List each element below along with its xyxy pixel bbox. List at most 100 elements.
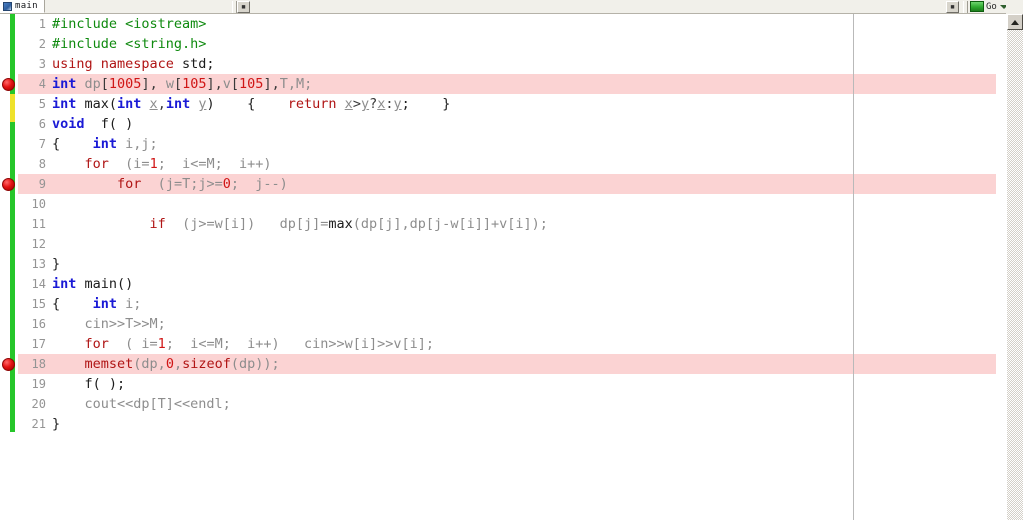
code-token: i,j; <box>125 136 158 152</box>
code-token: #include <string.h> <box>52 36 207 52</box>
code-token: max( <box>84 96 118 112</box>
code-token: void <box>52 116 93 132</box>
code-token: cout<<dp[T]<<endl; <box>52 396 231 412</box>
code-token: : <box>385 96 394 112</box>
line-text: } <box>52 414 60 434</box>
code-token: { <box>52 296 93 312</box>
code-line[interactable]: 3 using namespace std; <box>0 54 996 74</box>
code-token: ; j--) <box>230 176 288 192</box>
code-line[interactable]: 17 for ( i=1; i<=M; i++) cin>>w[i]>>v[i]… <box>0 334 996 354</box>
code-line[interactable]: 21} <box>0 414 996 434</box>
code-token: j=T;j>= <box>165 176 223 192</box>
code-editor-area[interactable]: 1 #include <iostream> 2 #include <string.h>… <box>0 14 1023 520</box>
code-token: cin>>T>>M; <box>52 316 166 332</box>
code-line[interactable]: 2 #include <string.h> <box>0 34 996 54</box>
code-line[interactable]: 16 cin>>T>>M; <box>0 314 996 334</box>
source-file-icon <box>3 1 12 11</box>
breakpoint-marker[interactable] <box>2 178 15 191</box>
code-line[interactable]: 19 f( ); <box>0 374 996 394</box>
code-line[interactable]: 6 void f( ) <box>0 114 996 134</box>
code-token: (j>=w[i]) <box>173 216 280 232</box>
code-token: dp <box>84 76 101 92</box>
line-text: f( ); <box>52 374 126 394</box>
code-line[interactable]: 20 cout<<dp[T]<<endl; <box>0 394 996 414</box>
code-line[interactable]: 5 int max(int x,int y) { return x>y?x:y; … <box>0 94 996 114</box>
code-line[interactable]: 9 for (j=T;j>=0; j--) <box>0 174 996 194</box>
code-token: int <box>92 296 126 312</box>
code-token: ) { <box>206 96 288 112</box>
line-number: 1 <box>38 17 46 31</box>
code-line[interactable]: 13} <box>0 254 996 274</box>
line-text: memset(dp,0,sizeof(dp)); <box>52 354 280 374</box>
code-token: using namespace <box>52 56 183 72</box>
code-token: w <box>165 76 174 92</box>
code-line[interactable]: 12 <box>0 234 996 254</box>
code-line[interactable]: 1 #include <iostream> <box>0 14 996 34</box>
tab-list-button[interactable]: ■ <box>237 1 250 13</box>
code-line[interactable]: 15 { int i; <box>0 294 996 314</box>
line-text: int main() <box>52 274 133 294</box>
code-token: y <box>393 96 402 112</box>
go-dropdown[interactable]: Go <box>970 0 1008 13</box>
close-tab-button[interactable]: ■ <box>946 1 959 13</box>
code-token: > <box>352 96 361 112</box>
line-number: 15 <box>31 297 46 311</box>
code-line[interactable]: 11 if (j>=w[i]) dp[j]=max(dp[j],dp[j-w[i… <box>0 214 996 234</box>
line-text: cout<<dp[T]<<endl; <box>52 394 231 414</box>
code-line[interactable]: 10 <box>0 194 996 214</box>
code-editor-window: main ■ ■ Go 1 #include <iostream> 2 #includ… <box>0 0 1023 520</box>
toolbar-divider-right <box>963 1 968 13</box>
editor-tabbar: main ■ ■ Go <box>0 0 1023 14</box>
line-number: 10 <box>31 197 46 211</box>
code-token: { <box>52 136 93 152</box>
scroll-up-button[interactable] <box>1007 14 1023 30</box>
code-token: , <box>173 356 183 372</box>
code-token: int <box>52 76 85 92</box>
code-token: for <box>117 176 150 192</box>
code-token: ; i<=M; i++) <box>157 156 272 172</box>
code-token: ; } <box>401 96 451 112</box>
code-token: (dp)); <box>230 356 280 372</box>
line-text: if (j>=w[i]) dp[j]=max(dp[j],dp[j-w[i]]+… <box>52 214 548 234</box>
code-line[interactable]: 18 memset(dp,0,sizeof(dp)); <box>0 354 996 374</box>
code-token: } <box>52 256 61 272</box>
line-number: 20 <box>31 397 46 411</box>
code-token: ( <box>117 156 134 172</box>
code-token: return <box>287 96 345 112</box>
code-token: x <box>149 96 158 112</box>
breakpoint-marker[interactable] <box>2 78 15 91</box>
code-token: v <box>222 76 231 92</box>
vertical-scrollbar[interactable] <box>1006 14 1023 520</box>
code-line[interactable]: 8 for (i=1; i<=M; i++) <box>0 154 996 174</box>
line-number: 3 <box>38 57 46 71</box>
line-text: { int i; <box>52 294 141 314</box>
code-token: f( ) <box>92 116 134 132</box>
line-text: int dp[1005], w[105],v[105],T,M; <box>52 74 312 94</box>
code-token: ( <box>149 176 166 192</box>
code-line[interactable]: 4 int dp[1005], w[105],v[105],T,M; <box>0 74 996 94</box>
breakpoint-marker[interactable] <box>2 358 15 371</box>
line-number: 19 <box>31 377 46 391</box>
line-number: 21 <box>31 417 46 431</box>
code-token: int <box>52 96 85 112</box>
code-token: int <box>52 276 85 292</box>
line-text: #include <iostream> <box>52 14 206 34</box>
code-line[interactable]: 14 int main() <box>0 274 996 294</box>
code-line[interactable]: 7 { int i,j; <box>0 134 996 154</box>
line-text: { int i,j; <box>52 134 158 154</box>
code-token: y <box>360 96 370 112</box>
code-token: int <box>165 96 199 112</box>
code-token: sizeof <box>182 356 231 372</box>
editor-tab-main[interactable]: main <box>0 0 45 13</box>
code-token: int <box>117 96 150 112</box>
code-token: ], <box>263 76 280 92</box>
line-number: 12 <box>31 237 46 251</box>
line-text: #include <string.h> <box>52 34 206 54</box>
line-number: 11 <box>31 217 46 231</box>
line-number: 16 <box>31 317 46 331</box>
code-token: x <box>344 96 353 112</box>
code-token: int <box>92 136 126 152</box>
